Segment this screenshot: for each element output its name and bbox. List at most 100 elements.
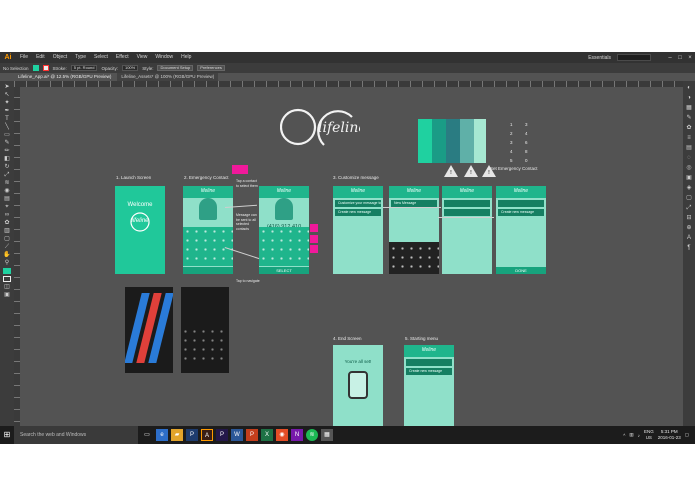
- width-tool-icon[interactable]: ≋: [3, 180, 11, 186]
- menu-file[interactable]: File: [16, 52, 32, 63]
- create-message-button[interactable]: Create new message: [406, 368, 452, 375]
- stroke-color-icon[interactable]: [3, 276, 11, 282]
- calculator-icon[interactable]: ▦: [321, 429, 333, 441]
- transform-panel-icon[interactable]: ⤢: [686, 205, 693, 212]
- brush-dropdown[interactable]: 5 pt. Round: [70, 65, 98, 71]
- chevron-up-icon[interactable]: ^: [623, 433, 625, 438]
- tab-lifeline-assets[interactable]: Lifeline_Assets* @ 100% (RGB/GPU Preview…: [117, 73, 219, 81]
- clock[interactable]: 5:31 PM 2016-01-23: [658, 429, 681, 441]
- artboards-panel-icon[interactable]: ▢: [686, 195, 693, 202]
- pathfinder-panel-icon[interactable]: ⊕: [686, 225, 693, 232]
- color-panel-icon[interactable]: ◐: [686, 85, 693, 92]
- chrome-icon[interactable]: ◉: [276, 429, 288, 441]
- palette-swatch-4[interactable]: [460, 119, 474, 163]
- annotation-marker[interactable]: [310, 245, 318, 253]
- minimize-icon[interactable]: –: [665, 55, 675, 61]
- create-message-button[interactable]: Create new message: [498, 209, 544, 216]
- spotify-icon[interactable]: ≋: [306, 429, 318, 441]
- line-tool-icon[interactable]: ╲: [3, 124, 11, 130]
- symbol-tool-icon[interactable]: ✿: [3, 220, 11, 226]
- stroke-swatch[interactable]: [42, 65, 49, 71]
- stock-search-input[interactable]: [617, 54, 651, 61]
- menu-view[interactable]: View: [133, 52, 152, 63]
- align-panel-icon[interactable]: ⊟: [686, 215, 693, 222]
- preferences-button[interactable]: Preferences: [197, 65, 225, 71]
- artboard-phone-homescreen[interactable]: [125, 287, 173, 373]
- swatches-panel-icon[interactable]: ▦: [686, 105, 693, 112]
- message-item[interactable]: [406, 359, 452, 366]
- menu-object[interactable]: Object: [49, 52, 71, 63]
- menu-select[interactable]: Select: [90, 52, 112, 63]
- workspace-switcher[interactable]: Essentials: [588, 55, 611, 61]
- close-icon[interactable]: ×: [685, 55, 695, 61]
- annotation-marker[interactable]: [310, 235, 318, 243]
- document-setup-button[interactable]: Document Setup: [157, 65, 194, 71]
- magic-wand-tool-icon[interactable]: ✦: [3, 100, 11, 106]
- rotate-tool-icon[interactable]: ↻: [3, 164, 11, 170]
- hand-tool-icon[interactable]: ✋: [3, 252, 11, 258]
- message-item[interactable]: [498, 200, 544, 207]
- direct-select-tool-icon[interactable]: ↖: [3, 92, 11, 98]
- artboard-customize-3[interactable]: lifeline: [442, 186, 492, 274]
- artboard-customize-1[interactable]: lifeline Customize your message to be se…: [333, 186, 383, 274]
- photoshop-icon[interactable]: P: [186, 429, 198, 441]
- opacity-field[interactable]: 100%: [121, 65, 139, 71]
- graph-tool-icon[interactable]: ▥: [3, 228, 11, 234]
- color-guide-icon[interactable]: ◑: [686, 95, 693, 102]
- menu-window[interactable]: Window: [151, 52, 177, 63]
- excel-icon[interactable]: X: [261, 429, 273, 441]
- keyboard-keys[interactable]: [389, 243, 439, 272]
- type-tool-icon[interactable]: T: [3, 116, 11, 122]
- graphic-styles-icon[interactable]: ▣: [686, 175, 693, 182]
- slice-tool-icon[interactable]: ⟋: [3, 244, 11, 250]
- annotation-marker[interactable]: [310, 224, 318, 232]
- artboard-end-screen[interactable]: You're all set! DONE: [333, 345, 383, 433]
- palette-swatch-1[interactable]: [418, 119, 432, 163]
- symbols-panel-icon[interactable]: ✿: [686, 125, 693, 132]
- menu-type[interactable]: Type: [71, 52, 90, 63]
- artboard-customize-2[interactable]: lifeline New Message: [389, 186, 439, 274]
- shape-builder-tool-icon[interactable]: ◉: [3, 188, 11, 194]
- layers-panel-icon[interactable]: ◈: [686, 185, 693, 192]
- gradient-panel-icon[interactable]: ▤: [686, 145, 693, 152]
- message-item[interactable]: [444, 209, 490, 216]
- illustrator-icon[interactable]: A: [201, 429, 213, 441]
- artboard-emergency-contact-2[interactable]: lifeline (416) 912 410 SELECT: [259, 186, 309, 274]
- blend-tool-icon[interactable]: ∞: [3, 212, 11, 218]
- artboard-emergency-contact-1[interactable]: lifeline: [183, 186, 233, 274]
- gradient-tool-icon[interactable]: ▤: [3, 196, 11, 202]
- create-message-button[interactable]: Create new message: [335, 209, 381, 216]
- fill-color-icon[interactable]: [3, 268, 11, 274]
- fill-swatch[interactable]: [32, 65, 39, 71]
- appearance-panel-icon[interactable]: ◎: [686, 165, 693, 172]
- character-panel-icon[interactable]: A: [686, 235, 693, 242]
- menu-help[interactable]: Help: [177, 52, 195, 63]
- paragraph-panel-icon[interactable]: ¶: [686, 245, 693, 252]
- pencil-tool-icon[interactable]: ✏: [3, 148, 11, 154]
- pen-tool-icon[interactable]: ✒: [3, 108, 11, 114]
- message-item[interactable]: [444, 200, 490, 207]
- palette-swatch-3[interactable]: [446, 119, 460, 163]
- artboard-starting-menu[interactable]: lifeline Create new message: [404, 345, 454, 433]
- stroke-panel-icon[interactable]: ≡: [686, 135, 693, 142]
- edge-icon[interactable]: e: [156, 429, 168, 441]
- phone-keypad[interactable]: [181, 327, 229, 365]
- draw-mode-icon[interactable]: ◫: [3, 284, 11, 290]
- keyboard[interactable]: [389, 242, 439, 274]
- volume-icon[interactable]: ♪: [638, 433, 640, 438]
- word-icon[interactable]: W: [231, 429, 243, 441]
- brush-tool-icon[interactable]: ✎: [3, 140, 11, 146]
- palette-swatch-5[interactable]: [474, 119, 486, 163]
- eyedropper-tool-icon[interactable]: ⌖: [3, 204, 11, 210]
- taskbar-search[interactable]: Search the web and Windows: [14, 426, 138, 444]
- artboard-tool-icon[interactable]: ▢: [3, 236, 11, 242]
- maximize-icon[interactable]: □: [675, 55, 685, 61]
- network-icon[interactable]: ▥: [629, 432, 633, 438]
- powerpoint-icon[interactable]: P: [246, 429, 258, 441]
- screen-mode-icon[interactable]: ▣: [3, 292, 11, 298]
- rectangle-tool-icon[interactable]: ▭: [3, 132, 11, 138]
- eraser-tool-icon[interactable]: ◧: [3, 156, 11, 162]
- scale-tool-icon[interactable]: ⤢: [3, 172, 11, 178]
- menu-effect[interactable]: Effect: [112, 52, 133, 63]
- action-center-icon[interactable]: ▢: [685, 432, 689, 438]
